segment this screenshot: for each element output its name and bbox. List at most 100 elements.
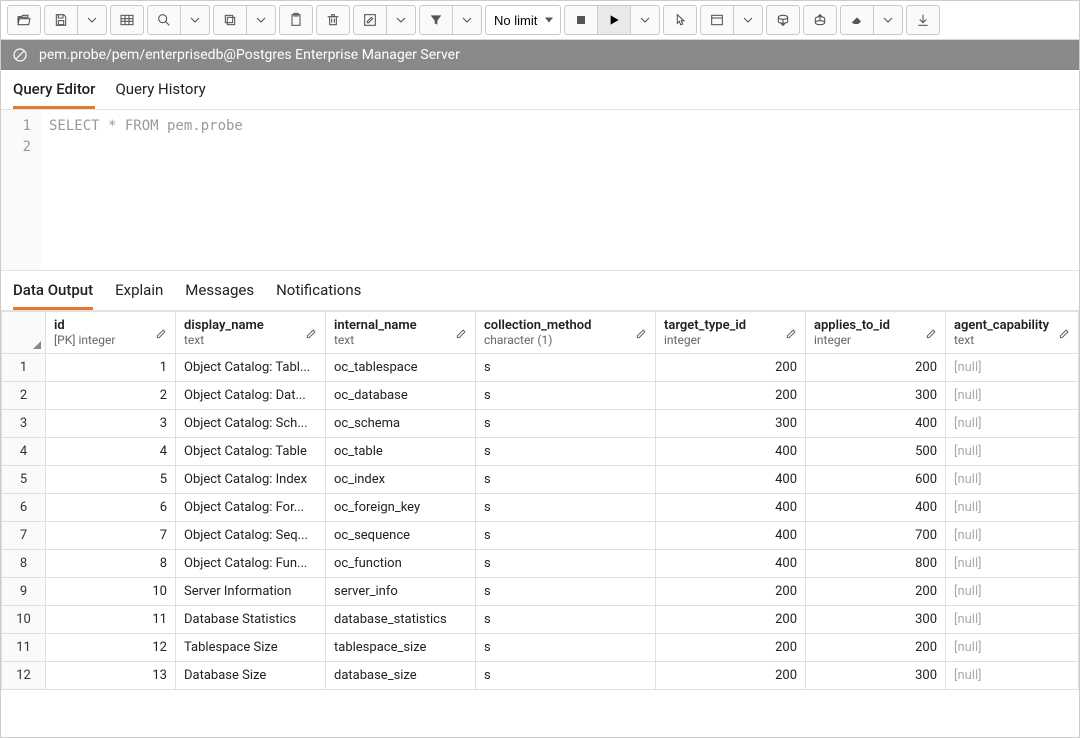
cell-applies-to-id[interactable]: 200 [806,578,946,606]
cell-internal-name[interactable]: oc_table [326,438,476,466]
cell-display-name[interactable]: Object Catalog: Fun... [176,550,326,578]
row-number-cell[interactable]: 12 [2,662,46,690]
tab-notifications[interactable]: Notifications [276,281,361,310]
cell-internal-name[interactable]: oc_sequence [326,522,476,550]
cell-agent-capability[interactable]: [null] [946,438,1079,466]
copy-dropdown-button[interactable] [246,5,276,35]
cell-collection-method[interactable]: s [476,662,656,690]
cell-id[interactable]: 1 [46,354,176,382]
cell-id[interactable]: 5 [46,466,176,494]
table-row[interactable]: 1011Database Statisticsdatabase_statisti… [2,606,1079,634]
cell-collection-method[interactable]: s [476,522,656,550]
cell-target-type-id[interactable]: 400 [656,550,806,578]
tab-query-history[interactable]: Query History [115,80,205,109]
table-row[interactable]: 77Object Catalog: Seq...oc_sequences4007… [2,522,1079,550]
editor-code[interactable]: SELECT * FROM pem.probe [41,110,1079,270]
table-row[interactable]: 33Object Catalog: Sch...oc_schemas300400… [2,410,1079,438]
column-header-target-type-id[interactable]: target_type_id integer [656,312,806,354]
tab-explain[interactable]: Explain [115,281,163,310]
filter-button[interactable] [419,5,453,35]
column-header-id[interactable]: id [PK] integer [46,312,176,354]
cell-agent-capability[interactable]: [null] [946,382,1079,410]
rollback-button[interactable] [803,5,837,35]
cell-agent-capability[interactable]: [null] [946,494,1079,522]
paste-button[interactable] [279,5,313,35]
search-button[interactable] [147,5,181,35]
cell-collection-method[interactable]: s [476,606,656,634]
execute-button[interactable] [597,5,631,35]
cell-internal-name[interactable]: database_size [326,662,476,690]
cell-target-type-id[interactable]: 400 [656,494,806,522]
cell-applies-to-id[interactable]: 500 [806,438,946,466]
tab-messages[interactable]: Messages [185,281,254,310]
cell-internal-name[interactable]: oc_tablespace [326,354,476,382]
row-number-cell[interactable]: 1 [2,354,46,382]
execute-dropdown-button[interactable] [630,5,660,35]
cell-display-name[interactable]: Tablespace Size [176,634,326,662]
table-row[interactable]: 66Object Catalog: For...oc_foreign_keys4… [2,494,1079,522]
cell-applies-to-id[interactable]: 800 [806,550,946,578]
cell-id[interactable]: 11 [46,606,176,634]
cell-target-type-id[interactable]: 400 [656,522,806,550]
cell-applies-to-id[interactable]: 300 [806,662,946,690]
cell-display-name[interactable]: Object Catalog: Table [176,438,326,466]
cell-agent-capability[interactable]: [null] [946,606,1079,634]
sql-editor[interactable]: 1 2 SELECT * FROM pem.probe [1,110,1079,270]
tab-query-editor[interactable]: Query Editor [13,80,95,109]
table-row[interactable]: 88Object Catalog: Fun...oc_functions4008… [2,550,1079,578]
row-limit-select[interactable]: No limit [485,5,561,35]
commit-button[interactable] [766,5,800,35]
cell-internal-name[interactable]: oc_schema [326,410,476,438]
cell-target-type-id[interactable]: 400 [656,466,806,494]
row-number-header[interactable] [2,312,46,354]
cell-agent-capability[interactable]: [null] [946,550,1079,578]
grid-button[interactable] [110,5,144,35]
cell-applies-to-id[interactable]: 200 [806,354,946,382]
table-row[interactable]: 910Server Informationserver_infos200200[… [2,578,1079,606]
cell-id[interactable]: 13 [46,662,176,690]
row-number-cell[interactable]: 11 [2,634,46,662]
cell-target-type-id[interactable]: 300 [656,410,806,438]
cell-internal-name[interactable]: server_info [326,578,476,606]
cell-id[interactable]: 7 [46,522,176,550]
cell-target-type-id[interactable]: 200 [656,354,806,382]
cell-collection-method[interactable]: s [476,578,656,606]
cell-internal-name[interactable]: database_statistics [326,606,476,634]
cell-applies-to-id[interactable]: 300 [806,606,946,634]
cell-display-name[interactable]: Object Catalog: Sch... [176,410,326,438]
cell-collection-method[interactable]: s [476,438,656,466]
open-file-button[interactable] [7,5,41,35]
cell-display-name[interactable]: Object Catalog: Dat... [176,382,326,410]
cell-id[interactable]: 8 [46,550,176,578]
cell-agent-capability[interactable]: [null] [946,662,1079,690]
cell-display-name[interactable]: Database Statistics [176,606,326,634]
table-row[interactable]: 11Object Catalog: Tabl...oc_tablespaces2… [2,354,1079,382]
cell-applies-to-id[interactable]: 700 [806,522,946,550]
cell-applies-to-id[interactable]: 400 [806,410,946,438]
cell-internal-name[interactable]: tablespace_size [326,634,476,662]
row-number-cell[interactable]: 8 [2,550,46,578]
cell-display-name[interactable]: Database Size [176,662,326,690]
cell-display-name[interactable]: Object Catalog: Index [176,466,326,494]
column-header-display-name[interactable]: display_name text [176,312,326,354]
row-number-cell[interactable]: 2 [2,382,46,410]
row-number-cell[interactable]: 5 [2,466,46,494]
clear-dropdown-button[interactable] [873,5,903,35]
cell-display-name[interactable]: Object Catalog: Tabl... [176,354,326,382]
cell-internal-name[interactable]: oc_foreign_key [326,494,476,522]
cell-internal-name[interactable]: oc_index [326,466,476,494]
cell-internal-name[interactable]: oc_function [326,550,476,578]
cell-collection-method[interactable]: s [476,466,656,494]
search-dropdown-button[interactable] [180,5,210,35]
table-row[interactable]: 44Object Catalog: Tableoc_tables400500[n… [2,438,1079,466]
cell-display-name[interactable]: Object Catalog: For... [176,494,326,522]
cell-applies-to-id[interactable]: 400 [806,494,946,522]
cell-agent-capability[interactable]: [null] [946,578,1079,606]
cell-display-name[interactable]: Server Information [176,578,326,606]
row-number-cell[interactable]: 9 [2,578,46,606]
cell-target-type-id[interactable]: 200 [656,382,806,410]
cell-collection-method[interactable]: s [476,354,656,382]
cell-id[interactable]: 4 [46,438,176,466]
cell-applies-to-id[interactable]: 300 [806,382,946,410]
clear-button[interactable] [840,5,874,35]
